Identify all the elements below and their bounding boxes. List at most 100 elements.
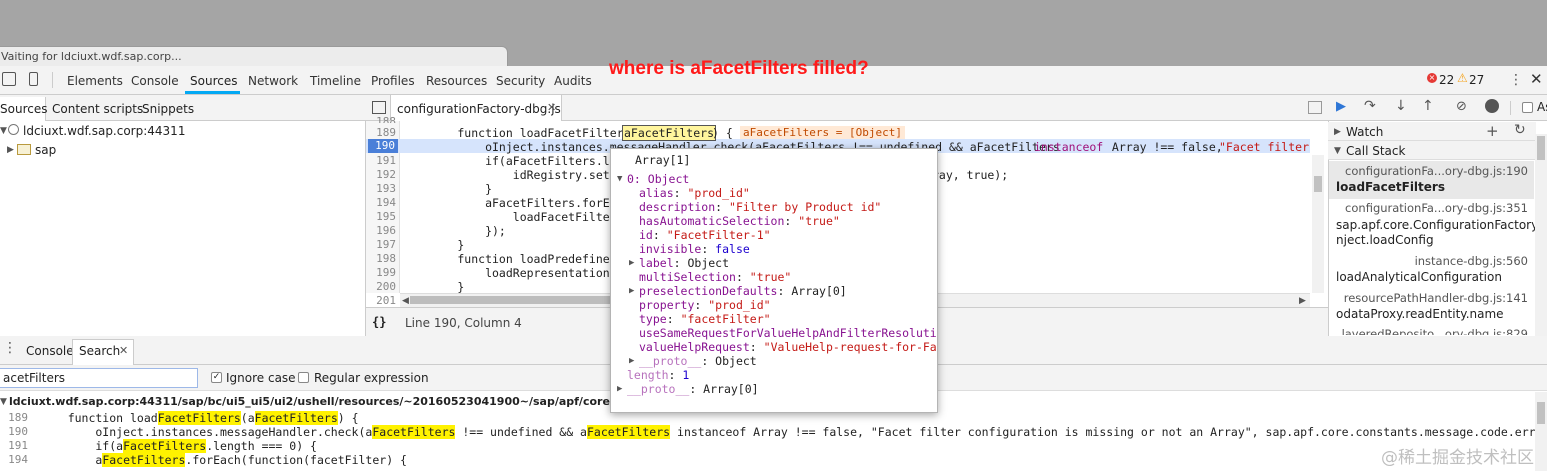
line-number[interactable]: 201 [366,294,396,307]
close-search-tab-icon[interactable]: ✕ [119,344,128,357]
pretty-print-icon[interactable]: {} [372,315,386,329]
prop-use-same-request[interactable]: useSameRequestForValueHelpAndFilterResol… [639,326,937,340]
expand-preselection-icon[interactable]: ▶ [629,286,634,296]
expand-arrow-icon[interactable]: ▼ [0,126,7,136]
search-result-line[interactable]: aFacetFilters.forEach(function(facetFilt… [40,453,407,467]
frame-location[interactable]: configurationFa...ory-dbg.js:351 [1330,201,1528,215]
expand-label-icon[interactable]: ▶ [629,258,634,268]
prop-preselection-defaults[interactable]: preselectionDefaults: Array[0] [639,284,847,298]
close-devtools-icon[interactable]: ✕ [1530,70,1543,88]
search-result-line[interactable]: function loadFacetFilters(aFacetFilters)… [40,411,359,425]
line-number[interactable]: 194 [366,196,396,209]
debugger-scrollbar[interactable] [1535,134,1547,336]
line-number[interactable]: 189 [366,126,396,139]
tab-resources[interactable]: Resources [426,74,487,88]
step-out-icon[interactable]: ↑ [1422,98,1434,114]
async-checkbox[interactable] [1522,102,1533,113]
breakpoint-line-number[interactable]: 190 [368,139,398,153]
line-number[interactable]: 193 [366,182,396,195]
array-length[interactable]: length: 1 [627,368,689,382]
tab-audits[interactable]: Audits [554,74,592,88]
line-number[interactable]: 195 [366,210,396,223]
prop-value-help-request[interactable]: valueHelpRequest: "ValueHelp-request-for… [639,340,937,354]
result-line-number[interactable]: 191 [0,439,28,452]
add-watch-icon[interactable]: + [1486,122,1499,140]
prop-alias[interactable]: alias: "prod_id" [639,186,750,200]
frame-location[interactable]: configurationFa...ory-dbg.js:190 [1330,164,1528,178]
nav-tab-sources[interactable]: Sources [0,102,47,116]
deactivate-breakpoints-icon[interactable]: ⊘ [1456,99,1467,114]
frame-function-cont[interactable]: nject.loadConfig [1336,233,1530,247]
debugger-scroll-thumb[interactable] [1537,136,1545,160]
step-over-icon[interactable]: ↷ [1364,98,1376,114]
result-line-number[interactable]: 189 [0,411,28,424]
line-number[interactable]: 192 [366,168,396,181]
close-tab-icon[interactable]: ✕ [547,101,556,114]
frame-location[interactable]: layeredReposito...ory-dbg.js:829 [1330,327,1528,335]
result-line-number[interactable]: 190 [0,425,28,438]
watch-expand-icon[interactable]: ▶ [1334,127,1341,137]
drawer-menu-icon[interactable]: ⋮ [3,340,17,356]
hovered-token[interactable]: aFacetFilters [622,125,717,141]
prop-multi-selection[interactable]: multiSelection: "true" [639,270,791,284]
frame-function[interactable]: loadFacetFilters [1336,180,1530,194]
step-into-icon[interactable]: ↓ [1395,98,1407,114]
prop-property[interactable]: property: "prod_id" [639,298,771,312]
regex-checkbox[interactable] [298,372,309,383]
more-menu-icon[interactable]: ⋮ [1509,72,1523,88]
line-number[interactable]: 191 [366,154,396,167]
frame-function[interactable]: odataProxy.readEntity.name [1336,307,1530,321]
tab-console[interactable]: Console [131,74,179,88]
prop-type[interactable]: type: "facetFilter" [639,312,771,326]
object-preview-popover[interactable]: Array[1] ▼ 0: Object alias: "prod_id" de… [610,148,938,413]
tab-security[interactable]: Security [496,74,545,88]
expand-proto-icon[interactable]: ▶ [629,356,634,366]
scroll-right-icon[interactable]: ▶ [1299,296,1306,306]
ignore-case-checkbox[interactable]: ✓ [211,372,222,383]
search-result-line[interactable]: oInject.instances.messageHandler.check(a… [40,425,1547,439]
item-collapse-icon[interactable]: ▼ [617,174,622,184]
refresh-watch-icon[interactable]: ↻ [1514,122,1526,138]
expand-array-proto-icon[interactable]: ▶ [617,384,622,394]
error-count[interactable]: 22 [1439,73,1454,87]
device-mode-icon[interactable] [29,72,38,86]
prop-proto[interactable]: __proto__: Object [639,354,757,368]
search-input[interactable]: acetFilters [0,368,198,388]
prop-label[interactable]: label: Object [639,256,729,270]
collapse-arrow-icon[interactable]: ▶ [7,145,14,155]
frame-location[interactable]: instance-dbg.js:560 [1330,254,1528,268]
drawer-tab-console[interactable]: Console [26,344,74,358]
call-stack-expand-icon[interactable]: ▼ [1334,146,1341,156]
tab-elements[interactable]: Elements [67,74,123,88]
drawer-tab-search[interactable]: Search [79,344,120,358]
editor-hscroll-thumb[interactable] [410,296,610,304]
tab-profiles[interactable]: Profiles [371,74,415,88]
line-number[interactable]: 200 [366,280,396,293]
tab-network[interactable]: Network [248,74,298,88]
prop-invisible[interactable]: invisible: false [639,242,750,256]
line-number[interactable]: 199 [366,266,396,279]
search-result-line[interactable]: if(aFacetFilters.length === 0) { [40,439,317,453]
resume-icon[interactable]: ▶ [1336,99,1346,114]
inspect-element-icon[interactable] [2,72,16,86]
prop-id[interactable]: id: "FacetFilter-1" [639,228,771,242]
line-number[interactable]: 196 [366,224,396,237]
nav-tab-snippets[interactable]: Snippets [142,102,194,116]
tab-timeline[interactable]: Timeline [310,74,361,88]
warning-count[interactable]: 27 [1469,73,1484,87]
line-number[interactable]: 197 [366,238,396,251]
prop-has-automatic-selection[interactable]: hasAutomaticSelection: "true" [639,214,840,228]
editor-scroll-thumb[interactable] [1314,176,1322,192]
scroll-left-icon[interactable]: ◀ [402,296,409,306]
folder-item[interactable]: sap [35,143,56,157]
array-item-label[interactable]: 0: Object [627,172,689,186]
tab-sources[interactable]: Sources [190,74,237,88]
nav-tab-content-scripts[interactable]: Content scripts [52,102,143,116]
line-number[interactable]: 198 [366,252,396,265]
toggle-debugger-icon[interactable] [1308,101,1322,114]
array-proto[interactable]: __proto__: Array[0] [627,382,759,396]
result-line-number[interactable]: 194 [0,453,28,466]
toggle-navigator-icon[interactable] [372,101,386,114]
host-item[interactable]: ldciuxt.wdf.sap.corp:44311 [23,124,185,138]
result-expand-icon[interactable]: ▼ [0,397,7,407]
